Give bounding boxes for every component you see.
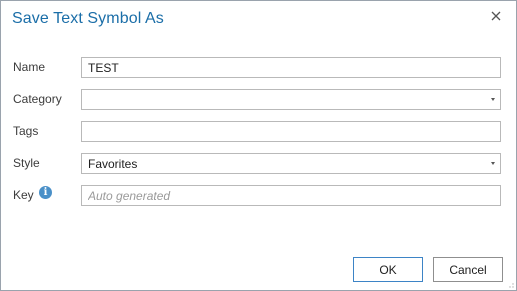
key-field[interactable]: [81, 185, 501, 206]
close-button[interactable]: [487, 7, 505, 25]
tags-field[interactable]: [81, 121, 501, 142]
name-label: Name: [13, 60, 46, 74]
style-label: Style: [13, 156, 40, 170]
cancel-button[interactable]: Cancel: [433, 257, 503, 282]
dialog-title: Save Text Symbol As: [12, 10, 164, 27]
style-dropdown[interactable]: Favorites: [81, 153, 501, 174]
key-input[interactable]: [88, 188, 494, 203]
chevron-down-icon: [491, 162, 495, 165]
style-value: Favorites: [88, 156, 138, 171]
info-icon[interactable]: i: [39, 186, 52, 199]
name-input[interactable]: [88, 60, 494, 75]
resize-grip-icon[interactable]: [506, 280, 514, 288]
chevron-down-icon: [491, 98, 495, 101]
close-icon: [491, 11, 501, 21]
tags-label: Tags: [13, 124, 39, 138]
tags-input[interactable]: [88, 124, 494, 139]
category-dropdown[interactable]: [81, 89, 501, 110]
key-label: Key: [13, 188, 34, 202]
name-field[interactable]: [81, 57, 501, 78]
category-label: Category: [13, 92, 62, 106]
ok-button[interactable]: OK: [353, 257, 423, 282]
save-text-symbol-dialog: Save Text Symbol As Name Category Tags S…: [0, 0, 517, 291]
